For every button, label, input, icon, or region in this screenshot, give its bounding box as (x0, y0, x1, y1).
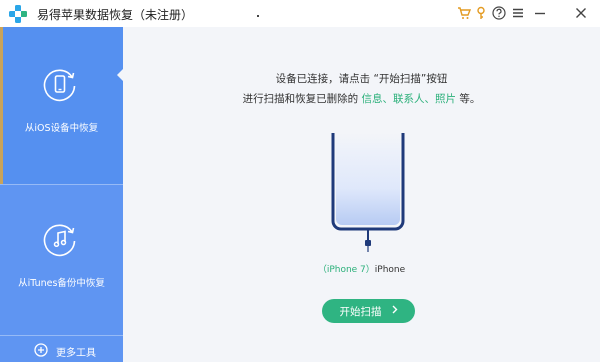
device-name: iPhone (374, 265, 406, 275)
instruction-highlight: 信息、联系人、照片 (361, 93, 457, 105)
help-icon[interactable] (491, 5, 507, 21)
main-panel: 设备已连接，请点击 “开始扫描”按钮 进行扫描和恢复已删除的 信息、联系人、照片… (123, 27, 600, 362)
device-label: （iPhone 7）iPhone (123, 262, 600, 275)
phone-illustration (331, 133, 405, 252)
key-icon[interactable] (473, 5, 489, 21)
start-scan-label: 开始扫描 (339, 305, 382, 318)
sidebar-item-ios-device[interactable]: 从iOS设备中恢复 (0, 27, 123, 184)
instruction-suffix: 等。 (459, 93, 481, 105)
start-scan-button[interactable]: 开始扫描 (322, 299, 415, 323)
instruction-prefix: 进行扫描和恢复已删除的 (242, 93, 359, 105)
app-logo-icon (9, 5, 27, 23)
sidebar-item-label: 从iTunes备份中恢复 (18, 278, 105, 289)
app-title: 易得苹果数据恢复（未注册） (37, 8, 194, 22)
instruction-line-1: 设备已连接，请点击 “开始扫描”按钮 (275, 73, 448, 85)
plus-circle-icon (34, 343, 48, 357)
active-indicator (0, 27, 3, 184)
menu-icon[interactable] (510, 5, 526, 21)
music-restore-icon (43, 224, 76, 257)
chevron-right-icon (392, 305, 398, 317)
instruction-line-2: 进行扫描和恢复已删除的 信息、联系人、照片 等。 (123, 91, 600, 106)
title-bar: 易得苹果数据恢复（未注册） (0, 0, 600, 27)
sidebar: 从iOS设备中恢复 从iTunes备份中恢复 更多工具 (0, 27, 123, 362)
phone-restore-icon (43, 69, 76, 102)
sidebar-selection-pointer (117, 68, 124, 82)
sidebar-item-itunes-backup[interactable]: 从iTunes备份中恢复 (0, 185, 123, 335)
more-tools-label: 更多工具 (56, 348, 96, 359)
cart-icon[interactable] (456, 5, 472, 21)
title-dot (257, 15, 259, 17)
sidebar-item-label: 从iOS设备中恢复 (24, 123, 99, 134)
more-tools-button[interactable]: 更多工具 (0, 335, 123, 362)
minimize-icon[interactable] (532, 5, 548, 21)
device-model: （iPhone 7） (317, 265, 375, 275)
close-icon[interactable] (573, 5, 589, 21)
